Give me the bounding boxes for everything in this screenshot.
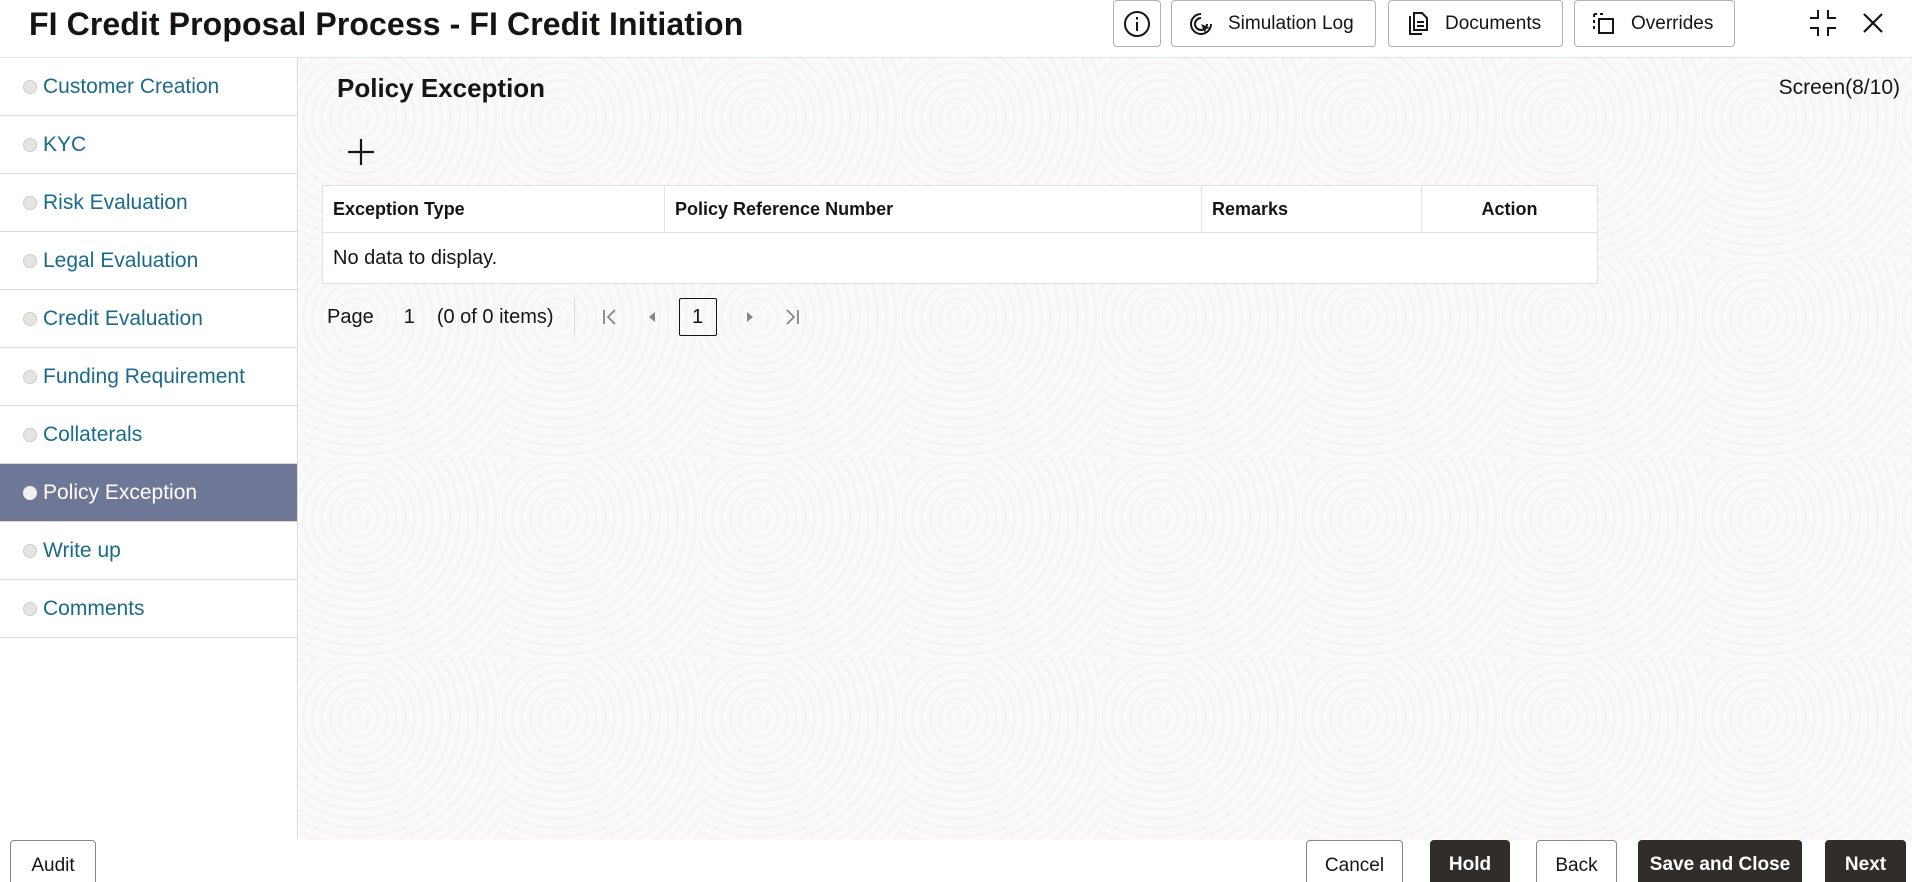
- step-dot-icon: [23, 427, 37, 442]
- sidebar-item-label: KYC: [43, 132, 87, 156]
- minimize-icon[interactable]: [1806, 6, 1840, 40]
- documents-button[interactable]: Documents: [1388, 0, 1563, 47]
- step-dot-icon: [23, 79, 37, 94]
- step-dot-icon: [23, 369, 37, 384]
- overrides-button[interactable]: Overrides: [1574, 0, 1735, 47]
- audit-button[interactable]: Audit: [10, 840, 96, 882]
- step-dot-icon: [23, 195, 37, 210]
- empty-table-message: No data to display.: [333, 246, 498, 269]
- page-label: Page: [327, 305, 374, 328]
- back-button[interactable]: Back: [1536, 840, 1617, 882]
- app-header: FI Credit Proposal Process - FI Credit I…: [0, 0, 1912, 58]
- sidebar-item-label: Risk Evaluation: [43, 190, 188, 214]
- step-dot-icon: [23, 485, 37, 500]
- hold-button[interactable]: Hold: [1430, 840, 1510, 882]
- column-header-policy-reference-number[interactable]: Policy Reference Number: [665, 186, 1202, 232]
- sidebar-item-credit-evaluation[interactable]: Credit Evaluation: [0, 290, 297, 348]
- save-and-close-button[interactable]: Save and Close: [1638, 840, 1802, 882]
- step-dot-icon: [23, 543, 37, 558]
- table-header: Exception Type Policy Reference Number R…: [323, 186, 1597, 233]
- column-header-exception-type[interactable]: Exception Type: [323, 186, 665, 232]
- step-dot-icon: [23, 311, 37, 326]
- add-button[interactable]: [345, 136, 377, 168]
- next-page-icon[interactable]: [735, 302, 765, 332]
- page-title: FI Credit Proposal Process - FI Credit I…: [29, 6, 744, 42]
- column-header-action[interactable]: Action: [1422, 186, 1597, 232]
- overrides-icon: [1591, 11, 1617, 37]
- page-number: 1: [403, 305, 415, 328]
- step-dot-icon: [23, 137, 37, 152]
- main-content: Policy Exception Screen(8/10) Exception …: [299, 58, 1912, 840]
- sidebar-item-label: Collaterals: [43, 422, 143, 446]
- sidebar-item-label: Write up: [43, 538, 121, 562]
- action-footer: Audit Cancel Hold Back Save and Close Ne…: [0, 840, 1912, 882]
- sidebar-item-label: Funding Requirement: [43, 364, 245, 388]
- pager-divider: [573, 297, 575, 337]
- info-button[interactable]: [1113, 0, 1161, 47]
- sidebar-item-label: Comments: [43, 596, 145, 620]
- column-header-remarks[interactable]: Remarks: [1202, 186, 1422, 232]
- overrides-label: Overrides: [1631, 12, 1714, 34]
- train-stop-sidebar: Customer Creation KYC Risk Evaluation Le…: [0, 58, 298, 840]
- step-dot-icon: [23, 253, 37, 268]
- sidebar-item-kyc[interactable]: KYC: [0, 116, 297, 174]
- sidebar-item-comments[interactable]: Comments: [0, 580, 297, 638]
- sidebar-item-label: Legal Evaluation: [43, 248, 199, 272]
- sidebar-item-policy-exception[interactable]: Policy Exception: [0, 464, 297, 522]
- step-dot-icon: [23, 601, 37, 616]
- sidebar-item-funding-requirement[interactable]: Funding Requirement: [0, 348, 297, 406]
- cancel-button[interactable]: Cancel: [1306, 840, 1403, 882]
- simulation-log-button[interactable]: Simulation Log: [1171, 0, 1376, 47]
- sidebar-item-collaterals[interactable]: Collaterals: [0, 406, 297, 464]
- sidebar-item-label: Customer Creation: [43, 74, 220, 98]
- items-count: (0 of 0 items): [436, 305, 554, 328]
- section-title: Policy Exception: [337, 73, 546, 103]
- sidebar-item-write-up[interactable]: Write up: [0, 522, 297, 580]
- close-icon[interactable]: [1856, 6, 1890, 40]
- sidebar-item-risk-evaluation[interactable]: Risk Evaluation: [0, 174, 297, 232]
- simulation-log-label: Simulation Log: [1228, 12, 1354, 34]
- next-button[interactable]: Next: [1825, 840, 1906, 882]
- plus-icon: [348, 139, 374, 165]
- pagination: Page 1 (0 of 0 items) 1: [327, 296, 819, 338]
- sidebar-item-legal-evaluation[interactable]: Legal Evaluation: [0, 232, 297, 290]
- document-icon: [1405, 11, 1431, 37]
- documents-label: Documents: [1445, 12, 1542, 34]
- screen-counter: Screen(8/10): [1778, 76, 1900, 99]
- last-page-icon[interactable]: [777, 302, 807, 332]
- simulation-icon: [1188, 11, 1214, 37]
- sidebar-item-customer-creation[interactable]: Customer Creation: [0, 58, 297, 116]
- info-icon: [1124, 10, 1150, 37]
- current-page-button[interactable]: 1: [678, 298, 717, 336]
- first-page-icon[interactable]: [595, 302, 625, 332]
- sidebar-item-label: Credit Evaluation: [43, 306, 203, 330]
- policy-exception-table: Exception Type Policy Reference Number R…: [322, 185, 1598, 284]
- previous-page-icon[interactable]: [637, 302, 667, 332]
- sidebar-item-label: Policy Exception: [43, 480, 198, 504]
